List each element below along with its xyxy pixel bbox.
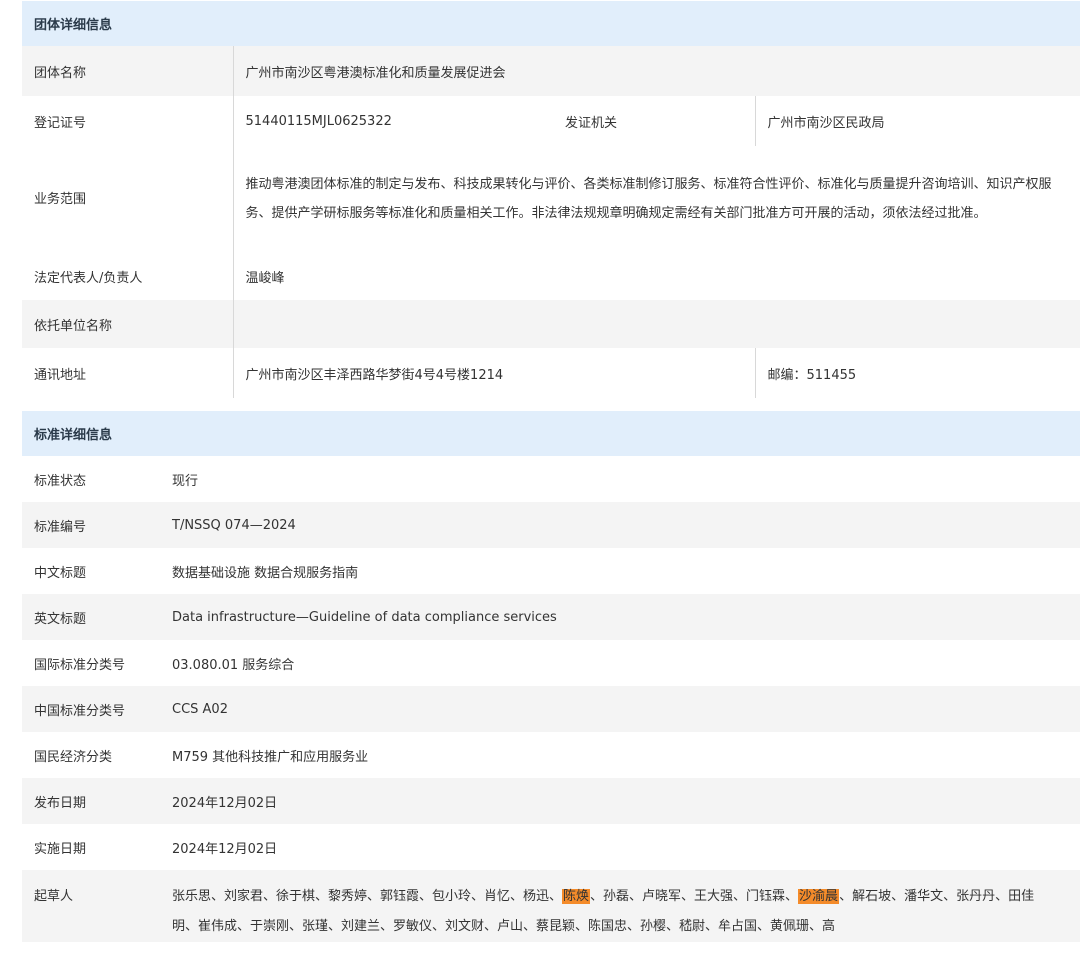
drafters-row: 起草人 张乐思、刘家君、徐于棋、黎秀婷、郭钰霞、包小玲、肖忆、杨迅、陈焕、孙磊、… xyxy=(22,870,1080,942)
group-info-header: 团体详细信息 xyxy=(22,1,1080,46)
english-title-label: 英文标题 xyxy=(34,611,87,627)
drafters-text-1: 张乐思、刘家君、徐于棋、黎秀婷、郭钰霞、包小玲、肖忆、杨迅、 xyxy=(172,889,563,904)
ccs-label: 中国标准分类号 xyxy=(34,703,126,719)
group-name-label: 团体名称 xyxy=(22,46,234,96)
standard-row: 发布日期 2024年12月02日 xyxy=(22,778,1080,824)
address-value: 广州市南沙区丰泽西路华梦街4号4号楼1214 xyxy=(233,348,756,398)
standard-row: 国民经济分类 M759 其他科技推广和应用服务业 xyxy=(22,732,1080,778)
legal-rep-value: 温峻峰 xyxy=(245,270,285,286)
economic-class-value: M759 其他科技推广和应用服务业 xyxy=(172,749,369,765)
chinese-title-label: 中文标题 xyxy=(34,565,87,581)
chinese-title-value: 数据基础设施 数据合规服务指南 xyxy=(172,565,359,581)
legal-rep-row: 法定代表人/负责人 温峻峰 xyxy=(22,252,1080,300)
ics-value: 03.080.01 服务综合 xyxy=(172,657,295,673)
address-row: 通讯地址 广州市南沙区丰泽西路华梦街4号4号楼1214 邮编：511455 xyxy=(22,348,1080,398)
ics-label: 国际标准分类号 xyxy=(34,657,126,673)
standard-row: 标准状态 现行 xyxy=(22,456,1080,502)
registration-row: 登记证号 51440115MJL0625322 发证机关 广州市南沙区民政局 xyxy=(22,96,1080,146)
group-info-panel: 团体详细信息 团体名称 广州市南沙区粤港澳标准化和质量发展促进会 登记证号 51… xyxy=(22,1,1080,398)
standard-status-label: 标准状态 xyxy=(34,473,87,489)
standard-number-value: T/NSSQ 074—2024 xyxy=(172,517,296,533)
standard-row: 标准编号 T/NSSQ 074—2024 xyxy=(22,502,1080,548)
registration-label: 登记证号 xyxy=(22,96,234,146)
standard-row: 实施日期 2024年12月02日 xyxy=(22,824,1080,870)
drafters-value: 张乐思、刘家君、徐于棋、黎秀婷、郭钰霞、包小玲、肖忆、杨迅、陈焕、孙磊、卢晓军、… xyxy=(160,870,1080,942)
standard-status-value: 现行 xyxy=(172,473,199,489)
standard-info-panel: 标准详细信息 标准状态 现行 标准编号 T/NSSQ 074—2024 中文标题… xyxy=(22,411,1080,942)
effective-date-label: 实施日期 xyxy=(34,841,87,857)
group-name-value: 广州市南沙区粤港澳标准化和质量发展促进会 xyxy=(245,65,506,81)
legal-rep-label: 法定代表人/负责人 xyxy=(22,252,234,300)
business-scope-value: 推动粤港澳团体标准的制定与发布、科技成果转化与评价、各类标准制修订服务、标准符合… xyxy=(245,177,1052,221)
standard-row: 中文标题 数据基础设施 数据合规服务指南 xyxy=(22,548,1080,594)
standard-info-header: 标准详细信息 xyxy=(22,411,1080,456)
standard-row: 国际标准分类号 03.080.01 服务综合 xyxy=(22,640,1080,686)
economic-class-label: 国民经济分类 xyxy=(34,749,113,765)
standard-row: 中国标准分类号 CCS A02 xyxy=(22,686,1080,732)
group-info-table: 团体名称 广州市南沙区粤港澳标准化和质量发展促进会 登记证号 51440115M… xyxy=(22,46,1080,398)
publish-date-value: 2024年12月02日 xyxy=(172,795,278,811)
business-scope-row: 业务范围 推动粤港澳团体标准的制定与发布、科技成果转化与评价、各类标准制修订服务… xyxy=(22,146,1080,252)
standard-info-table: 标准状态 现行 标准编号 T/NSSQ 074—2024 中文标题 数据基础设施… xyxy=(22,456,1080,942)
postcode-value: 邮编：511455 xyxy=(754,348,1080,398)
drafter-highlight-1: 陈焕 xyxy=(562,889,591,904)
issuer-value: 广州市南沙区民政局 xyxy=(754,96,1080,146)
ccs-value: CCS A02 xyxy=(172,701,228,717)
drafters-label: 起草人 xyxy=(34,889,74,904)
publish-date-label: 发布日期 xyxy=(34,795,87,811)
parent-org-row: 依托单位名称 xyxy=(22,300,1080,348)
business-scope-label: 业务范围 xyxy=(22,146,234,252)
parent-org-label: 依托单位名称 xyxy=(22,300,234,348)
drafter-highlight-2: 沙渝晨 xyxy=(798,889,840,904)
parent-org-value xyxy=(233,300,1080,348)
effective-date-value: 2024年12月02日 xyxy=(172,841,278,857)
english-title-value: Data infrastructure—Guideline of data co… xyxy=(172,609,557,625)
standard-number-label: 标准编号 xyxy=(34,519,87,535)
registration-value: 51440115MJL0625322 xyxy=(245,113,392,129)
standard-row: 英文标题 Data infrastructure—Guideline of da… xyxy=(22,594,1080,640)
drafters-text-2: 、孙磊、卢晓军、王大强、门钰霖、 xyxy=(590,889,799,904)
address-label: 通讯地址 xyxy=(22,348,234,398)
group-name-row: 团体名称 广州市南沙区粤港澳标准化和质量发展促进会 xyxy=(22,46,1080,96)
issuer-label: 发证机关 xyxy=(547,96,756,146)
